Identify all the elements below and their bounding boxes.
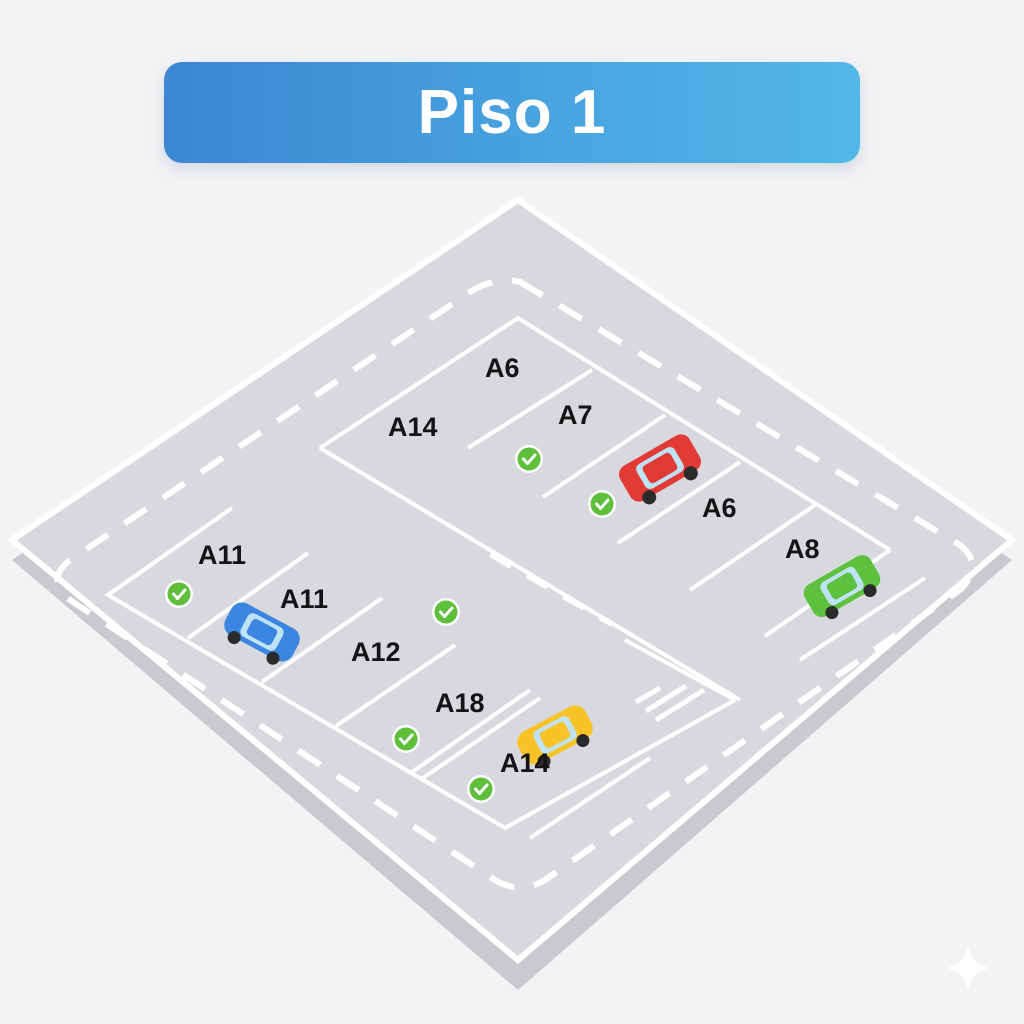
available-marker[interactable] [515,445,543,473]
spot-label-a14-bottom: A14 [500,748,550,778]
spot-label-a6-top: A6 [485,353,520,383]
spot-label-a12: A12 [351,637,401,667]
available-marker[interactable] [588,490,616,518]
available-marker[interactable] [165,580,193,608]
spot-label-a14-top: A14 [388,412,438,442]
spot-label-a11-upper: A11 [198,540,246,570]
parking-map: A6 A14 A7 A6 A8 A11 A11 A12 A18 A14 [6,196,1017,992]
available-marker[interactable] [392,725,420,753]
spot-label-a18: A18 [435,688,485,718]
available-marker[interactable] [432,598,460,626]
spot-label-a7: A7 [558,400,593,430]
available-marker[interactable] [467,775,495,803]
spot-label-a6-right: A6 [702,493,737,523]
spot-label-a8: A8 [785,534,820,564]
spot-label-a11-lower: A11 [280,584,328,614]
sparkle-icon [946,944,990,992]
